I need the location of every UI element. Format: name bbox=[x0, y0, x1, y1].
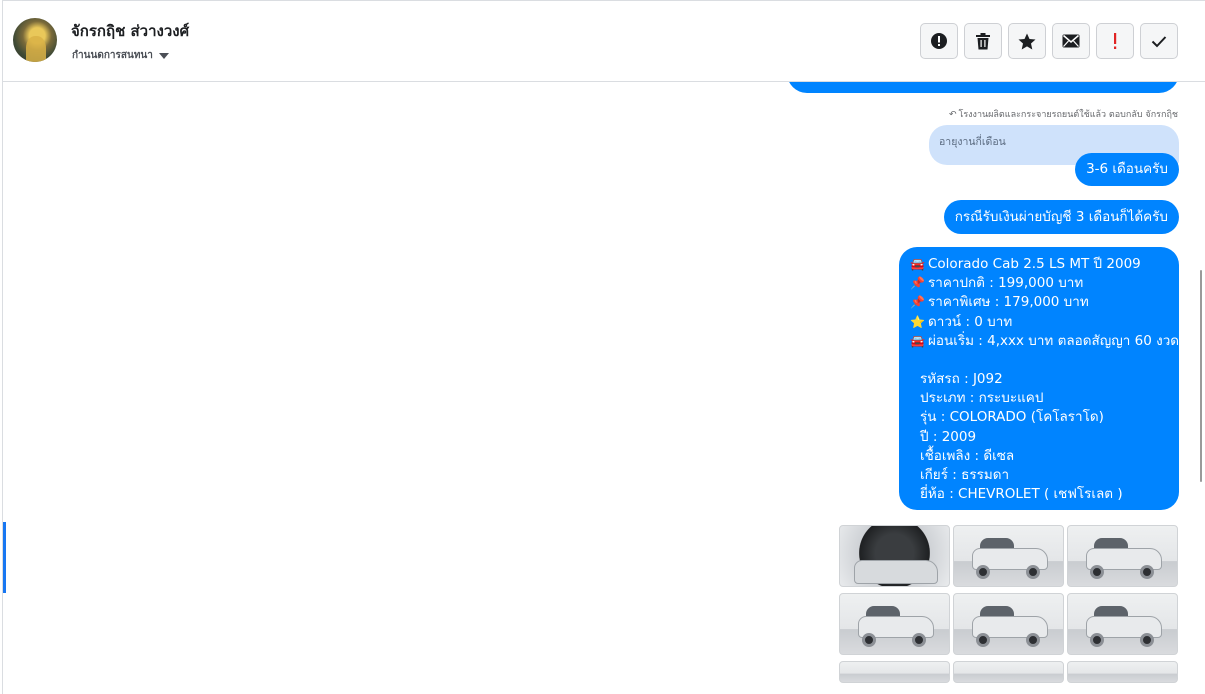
photo-shape bbox=[1140, 633, 1154, 647]
regular-price: ราคาปกติ : 199,000 บาท bbox=[928, 275, 1084, 292]
listing-line: 📌 ราคาปกติ : 199,000 บาท bbox=[910, 274, 1168, 293]
conversation-header: จักรกฤิช ส่วางวงศ์ กำนนดการสนทนา bbox=[3, 1, 1205, 82]
message-bubble[interactable]: 3-6 เดือนครับ bbox=[1075, 153, 1179, 186]
car-photo[interactable] bbox=[953, 661, 1064, 683]
scrollbar-thumb[interactable] bbox=[1200, 270, 1202, 482]
spec-line: ประเภท : กระบะแคป bbox=[920, 390, 1044, 407]
delete-button[interactable] bbox=[964, 23, 1002, 59]
message-thread[interactable]: ↶ โรงงานผลิตและกระจายรถยนต์ใช้แล้ว ตอบกลั… bbox=[3, 82, 1205, 694]
photo-shape bbox=[912, 633, 926, 647]
action-toolbar bbox=[920, 23, 1178, 59]
star-emoji-icon: ⭐ bbox=[910, 314, 925, 329]
car-photo[interactable] bbox=[1067, 525, 1178, 587]
car-icon: 🚘 bbox=[910, 333, 925, 348]
spec-line: รุ่น : COLORADO (โคโลราโด) bbox=[920, 409, 1104, 426]
exclamation-icon bbox=[1114, 33, 1117, 49]
mark-done-button[interactable] bbox=[1140, 23, 1178, 59]
car-photo[interactable] bbox=[1067, 661, 1178, 683]
message-bubble-previous[interactable] bbox=[787, 82, 1179, 93]
star-icon bbox=[1018, 33, 1036, 49]
cut-off-text bbox=[969, 85, 1029, 89]
spec-line: ยี่ห้อ : CHEVROLET ( เชฟโรเลต ) bbox=[920, 486, 1123, 503]
message-bubble[interactable]: กรณีรับเงินผ่ายบัญชี 3 เดือนก็ได้ครับ bbox=[943, 200, 1179, 234]
message-text: กรณีรับเงินผ่ายบัญชี 3 เดือนก็ได้ครับ bbox=[954, 209, 1168, 225]
avatar[interactable] bbox=[13, 18, 57, 62]
photo-shape bbox=[1090, 633, 1104, 647]
pushpin-icon: 📌 bbox=[910, 295, 925, 310]
photo-shape bbox=[1026, 565, 1040, 579]
star-button[interactable] bbox=[1008, 23, 1046, 59]
messenger-window: จักรกฤิช ส่วางวงศ์ กำนนดการสนทนา ↶ โรงงา… bbox=[2, 0, 1205, 694]
photo-shape bbox=[1140, 565, 1154, 579]
checkmark-icon bbox=[1151, 35, 1167, 47]
listing-line: ⭐ ดาวน์ : 0 บาท bbox=[910, 313, 1168, 332]
photo-shape bbox=[854, 560, 938, 584]
listing-title: Colorado Cab 2.5 LS MT ปี 2009 bbox=[928, 256, 1141, 272]
listing-line: 📌 ราคาพิเศษ : 179,000 บาท bbox=[910, 293, 1168, 312]
assign-conversation-dropdown[interactable]: กำนนดการสนทนา bbox=[72, 48, 169, 63]
car-photo[interactable] bbox=[953, 593, 1064, 655]
trash-icon bbox=[976, 32, 990, 49]
car-photo[interactable] bbox=[953, 525, 1064, 587]
car-photo[interactable] bbox=[839, 593, 950, 655]
listing-message-bubble[interactable]: 🚘 Colorado Cab 2.5 LS MT ปี 2009 📌 ราคาปกต… bbox=[899, 247, 1179, 510]
photo-shape bbox=[1026, 633, 1040, 647]
spam-button[interactable] bbox=[920, 23, 958, 59]
quoted-message-text: อายุงานกี่เดือน bbox=[939, 136, 1006, 148]
spec-line: เชื้อเพลิง : ดีเซล bbox=[920, 447, 1015, 464]
photo-shape bbox=[976, 633, 990, 647]
photo-shape bbox=[1090, 565, 1104, 579]
photo-shape bbox=[862, 633, 876, 647]
mark-unread-button[interactable] bbox=[1052, 23, 1090, 59]
envelope-icon bbox=[1062, 34, 1080, 48]
assign-conversation-label: กำนนดการสนทนา bbox=[72, 50, 153, 61]
spec-line: รหัสรถ : J092 bbox=[920, 370, 1003, 387]
spec-line: ปี : 2009 bbox=[920, 428, 977, 445]
car-icon: 🚘 bbox=[910, 257, 925, 271]
spec-line: เกียร์ : ธรรมดา bbox=[920, 466, 1010, 483]
reply-context-text: โรงงานผลิตและกระจายรถยนต์ใช้แล้ว ตอบกลับ… bbox=[958, 110, 1178, 120]
photo-shape bbox=[976, 565, 990, 579]
reply-arrow-icon: ↶ bbox=[948, 110, 957, 120]
down-payment: ดาวน์ : 0 บาท bbox=[928, 313, 1013, 330]
pushpin-icon: 📌 bbox=[910, 276, 925, 291]
reply-context-note: ↶ โรงงานผลิตและกระจายรถยนต์ใช้แล้ว ตอบกลั… bbox=[949, 107, 1178, 121]
car-photo-engine[interactable] bbox=[839, 525, 950, 587]
photo-grid bbox=[839, 525, 1178, 683]
contact-name[interactable]: จักรกฤิช ส่วางวงศ์ bbox=[71, 19, 189, 43]
car-photo[interactable] bbox=[839, 661, 950, 683]
message-text: 3-6 เดือนครับ bbox=[1086, 161, 1168, 177]
special-price: ราคาพิเศษ : 179,000 บาท bbox=[928, 294, 1089, 311]
caret-down-icon bbox=[158, 52, 169, 59]
listing-line: 🚘 Colorado Cab 2.5 LS MT ปี 2009 bbox=[910, 255, 1168, 274]
mark-important-button[interactable] bbox=[1096, 23, 1134, 59]
listing-line: 🚘 ผ่อนเริ่ม : 4,xxx บาท ตลอดสัญญา 60 งวด bbox=[910, 332, 1179, 351]
car-photo[interactable] bbox=[1067, 593, 1178, 655]
alert-circle-icon bbox=[931, 33, 947, 49]
installment: ผ่อนเริ่ม : 4,xxx บาท ตลอดสัญญา 60 งวด bbox=[928, 332, 1180, 349]
